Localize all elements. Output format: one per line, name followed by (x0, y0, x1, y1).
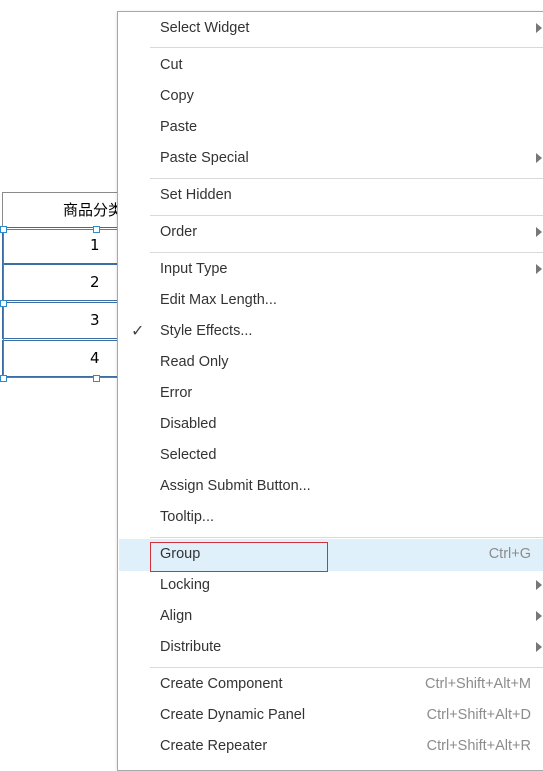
menu-item-disabled[interactable]: Disabled (119, 409, 543, 440)
menu-separator (150, 178, 543, 179)
menu-item-locking[interactable]: Locking (119, 570, 543, 601)
menu-item-set-hidden[interactable]: Set Hidden (119, 180, 543, 211)
menu-item-label: Paste Special (160, 150, 249, 166)
menu-separator (150, 667, 543, 668)
menu-item-label: Copy (160, 88, 194, 104)
menu-item-assign-submit-button[interactable]: Assign Submit Button... (119, 471, 543, 502)
resize-handle[interactable] (0, 226, 7, 233)
menu-item-group[interactable]: Group Ctrl+G (119, 539, 543, 571)
menu-item-paste-special[interactable]: Paste Special (119, 143, 543, 174)
menu-item-label: Assign Submit Button... (160, 478, 311, 494)
menu-item-shortcut: Ctrl+Shift+Alt+M (425, 676, 531, 692)
menu-item-label: Group (160, 546, 201, 562)
chevron-right-icon (536, 153, 542, 163)
menu-item-label: Set Hidden (160, 187, 232, 203)
chevron-right-icon (536, 227, 542, 237)
menu-item-create-repeater[interactable]: Create Repeater Ctrl+Shift+Alt+R (119, 731, 543, 762)
resize-handle[interactable] (93, 375, 100, 382)
menu-item-paste[interactable]: Paste (119, 112, 543, 143)
menu-item-label: Edit Max Length... (160, 292, 277, 308)
menu-item-label: Distribute (160, 639, 222, 655)
check-icon: ✓ (131, 323, 145, 340)
menu-item-distribute[interactable]: Distribute (119, 632, 543, 663)
menu-item-edit-max-length[interactable]: Edit Max Length... (119, 285, 543, 316)
table-cell: 3 (90, 311, 100, 329)
menu-item-shortcut: Ctrl+G (488, 546, 531, 562)
table-cell: 4 (90, 349, 100, 367)
menu-separator (150, 215, 543, 216)
menu-item-label: Disabled (160, 416, 217, 432)
menu-separator (150, 537, 543, 538)
menu-item-tooltip[interactable]: Tooltip... (119, 502, 543, 533)
menu-item-label: Align (160, 608, 193, 624)
menu-item-cut[interactable]: Cut (119, 50, 543, 81)
menu-item-order[interactable]: Order (119, 217, 543, 248)
chevron-right-icon (536, 611, 542, 621)
menu-separator (150, 252, 543, 253)
menu-item-copy[interactable]: Copy (119, 81, 543, 112)
menu-item-read-only[interactable]: Read Only (119, 347, 543, 378)
menu-item-error[interactable]: Error (119, 378, 543, 409)
menu-item-label: Order (160, 224, 198, 240)
table-cell: 2 (90, 273, 100, 291)
menu-item-label: Paste (160, 119, 198, 135)
menu-item-label: Create Dynamic Panel (160, 707, 306, 723)
menu-item-label: Locking (160, 577, 210, 593)
chevron-right-icon (536, 264, 542, 274)
menu-item-label: Read Only (160, 354, 229, 370)
menu-separator (150, 47, 543, 48)
menu-item-shortcut: Ctrl+Shift+Alt+R (426, 738, 531, 754)
menu-item-label: Input Type (160, 261, 228, 277)
menu-item-label: Selected (160, 447, 217, 463)
menu-item-align[interactable]: Align (119, 601, 543, 632)
resize-handle[interactable] (0, 375, 7, 382)
menu-item-label: Create Repeater (160, 738, 268, 754)
menu-item-label: Style Effects... (160, 323, 253, 339)
resize-handle[interactable] (0, 300, 7, 307)
chevron-right-icon (536, 642, 542, 652)
menu-item-label: Create Component (160, 676, 283, 692)
menu-item-label: Cut (160, 57, 183, 73)
menu-item-label: Tooltip... (160, 509, 214, 525)
chevron-right-icon (536, 23, 542, 33)
menu-item-create-component[interactable]: Create Component Ctrl+Shift+Alt+M (119, 669, 543, 700)
resize-handle[interactable] (93, 226, 100, 233)
menu-item-label: Select Widget (160, 20, 250, 36)
menu-item-style-effects[interactable]: ✓ Style Effects... (119, 316, 543, 347)
menu-item-input-type[interactable]: Input Type (119, 254, 543, 285)
table-header-label: 商品分类 (63, 201, 124, 219)
menu-item-select-widget[interactable]: Select Widget (119, 13, 543, 44)
context-menu: Select Widget Cut Copy Paste Paste Speci… (117, 11, 543, 771)
chevron-right-icon (536, 580, 542, 590)
menu-item-create-dynamic-panel[interactable]: Create Dynamic Panel Ctrl+Shift+Alt+D (119, 700, 543, 731)
table-cell: 1 (90, 236, 100, 254)
menu-item-shortcut: Ctrl+Shift+Alt+D (426, 707, 531, 723)
menu-item-selected[interactable]: Selected (119, 440, 543, 471)
menu-item-label: Error (160, 385, 193, 401)
